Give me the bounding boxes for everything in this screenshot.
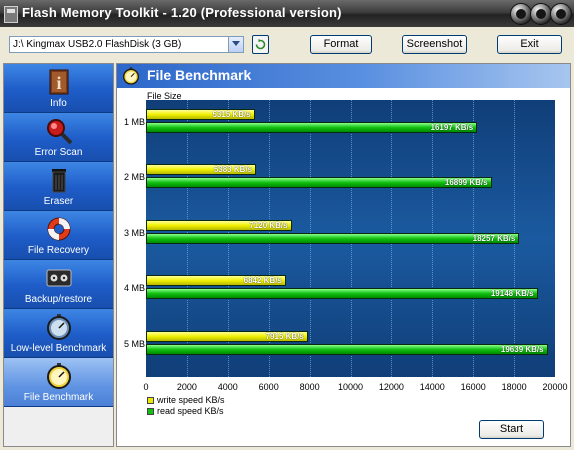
legend-entry: read speed KB/s	[147, 406, 224, 416]
screenshot-button[interactable]: Screenshot	[402, 35, 467, 54]
x-tick-label: 0	[143, 382, 149, 392]
x-tick-label: 2000	[176, 382, 197, 392]
sidebar-item-label: File Benchmark	[23, 392, 94, 403]
bar-value-label: 19148 KB/s	[490, 289, 534, 299]
write-speed-bar: 5383 KB/s	[146, 164, 257, 176]
legend-label: read speed KB/s	[157, 406, 224, 416]
info-icon: i	[49, 69, 69, 95]
write-speed-bar: 5315 KB/s	[146, 109, 255, 120]
app-window: Flash Memory Toolkit - 1.20 (Professiona…	[0, 0, 574, 450]
x-tick-label: 18000	[501, 382, 527, 392]
read-speed-bar: 18257 KB/s	[146, 232, 520, 244]
sidebar-item-info[interactable]: i Info	[4, 64, 113, 113]
sidebar-item-label: Backup/restore	[24, 294, 93, 305]
bar-value-label: 19639 KB/s	[500, 344, 544, 354]
chevron-down-icon[interactable]	[228, 37, 243, 52]
bar-value-label: 5383 KB/s	[213, 165, 253, 175]
close-button[interactable]	[550, 3, 572, 25]
sidebar-item-file-benchmark[interactable]: File Benchmark	[4, 358, 113, 407]
bar-value-label: 16899 KB/s	[444, 178, 488, 188]
magnifier-icon	[47, 119, 73, 145]
trash-can-icon	[52, 169, 66, 193]
refresh-button[interactable]	[252, 35, 269, 54]
minimize-button[interactable]	[510, 3, 532, 25]
sidebar-item-eraser[interactable]: Eraser	[4, 162, 113, 211]
read-speed-bar: 19639 KB/s	[146, 343, 548, 355]
sidebar-item-backup-restore[interactable]: Backup/restore	[4, 260, 113, 309]
sidebar-item-error-scan[interactable]: Error Scan	[4, 113, 113, 162]
bar-value-label: 16197 KB/s	[430, 123, 474, 132]
read-speed-bar: 19148 KB/s	[146, 288, 538, 300]
x-tick-label: 8000	[299, 382, 320, 392]
read-speed-bar: 16899 KB/s	[146, 177, 492, 189]
bar-value-label: 7120 KB/s	[249, 220, 288, 230]
bar-value-label: 18257 KB/s	[472, 233, 516, 243]
legend-label: write speed KB/s	[157, 395, 225, 405]
x-tick-label: 14000	[419, 382, 445, 392]
drive-select-value: J:\ Kingmax USB2.0 FlashDisk (3 GB)	[13, 39, 182, 50]
x-tick-label: 20000	[542, 382, 568, 392]
x-tick-label: 10000	[337, 382, 364, 392]
legend-entry: write speed KB/s	[147, 395, 225, 405]
legend-swatch	[147, 408, 154, 416]
sidebar-item-low-level-benchmark[interactable]: Low-level Benchmark	[4, 309, 113, 358]
format-button[interactable]: Format	[310, 35, 372, 54]
panel-title: File Benchmark	[147, 67, 252, 83]
category-label: 4 MB	[123, 283, 145, 294]
sidebar: i Info Error Scan Eraser File Recovery B…	[3, 63, 114, 447]
life-ring-icon	[47, 217, 71, 241]
sidebar-item-file-recovery[interactable]: File Recovery	[4, 211, 113, 260]
category-label: 2 MB	[123, 172, 145, 183]
file-benchmark-panel: File Benchmark File Size Start 5315 KB/s…	[116, 63, 571, 447]
read-speed-bar: 16197 KB/s	[146, 122, 478, 133]
panel-header: File Benchmark	[117, 64, 570, 88]
start-button[interactable]: Start	[479, 420, 544, 439]
bar-value-label: 7915 KB/s	[265, 331, 304, 341]
maximize-button[interactable]	[530, 3, 552, 25]
sidebar-item-label: Info	[50, 98, 67, 109]
category-label: 1 MB	[123, 117, 145, 127]
sidebar-item-label: File Recovery	[27, 245, 90, 256]
x-tick-label: 12000	[378, 382, 404, 392]
write-speed-bar: 7120 KB/s	[146, 219, 292, 231]
window-title: Flash Memory Toolkit - 1.20 (Professiona…	[22, 5, 342, 20]
refresh-icon	[255, 39, 266, 50]
bar-value-label: 5315 KB/s	[212, 110, 251, 119]
category-label: 3 MB	[123, 227, 145, 238]
x-tick-label: 16000	[460, 382, 486, 392]
legend-swatch	[147, 397, 154, 405]
app-icon	[4, 6, 18, 23]
svg-text:i: i	[56, 73, 61, 93]
stopwatch-yellow-icon	[123, 67, 139, 85]
x-tick-label: 6000	[258, 382, 279, 392]
category-label: 5 MB	[123, 338, 145, 349]
sidebar-item-label: Low-level Benchmark	[10, 343, 107, 354]
title-bar[interactable]: Flash Memory Toolkit - 1.20 (Professiona…	[0, 0, 574, 27]
plot-area: 5315 KB/s 16197 KB/s 5383 KB/s 16899 KB/s 71…	[146, 100, 555, 377]
write-speed-bar: 7915 KB/s	[146, 330, 308, 342]
sidebar-item-label: Error Scan	[34, 147, 83, 158]
toolbar: J:\ Kingmax USB2.0 FlashDisk (3 GB) Form…	[0, 27, 574, 63]
stopwatch-yellow-icon	[47, 363, 71, 389]
sidebar-item-label: Eraser	[43, 196, 74, 207]
exit-button[interactable]: Exit	[497, 35, 562, 54]
stopwatch-icon	[47, 314, 71, 340]
x-tick-label: 4000	[217, 382, 238, 392]
tape-icon	[46, 269, 72, 287]
write-speed-bar: 6842 KB/s	[146, 275, 286, 287]
drive-select[interactable]: J:\ Kingmax USB2.0 FlashDisk (3 GB)	[9, 36, 244, 53]
bar-value-label: 6842 KB/s	[243, 276, 282, 286]
